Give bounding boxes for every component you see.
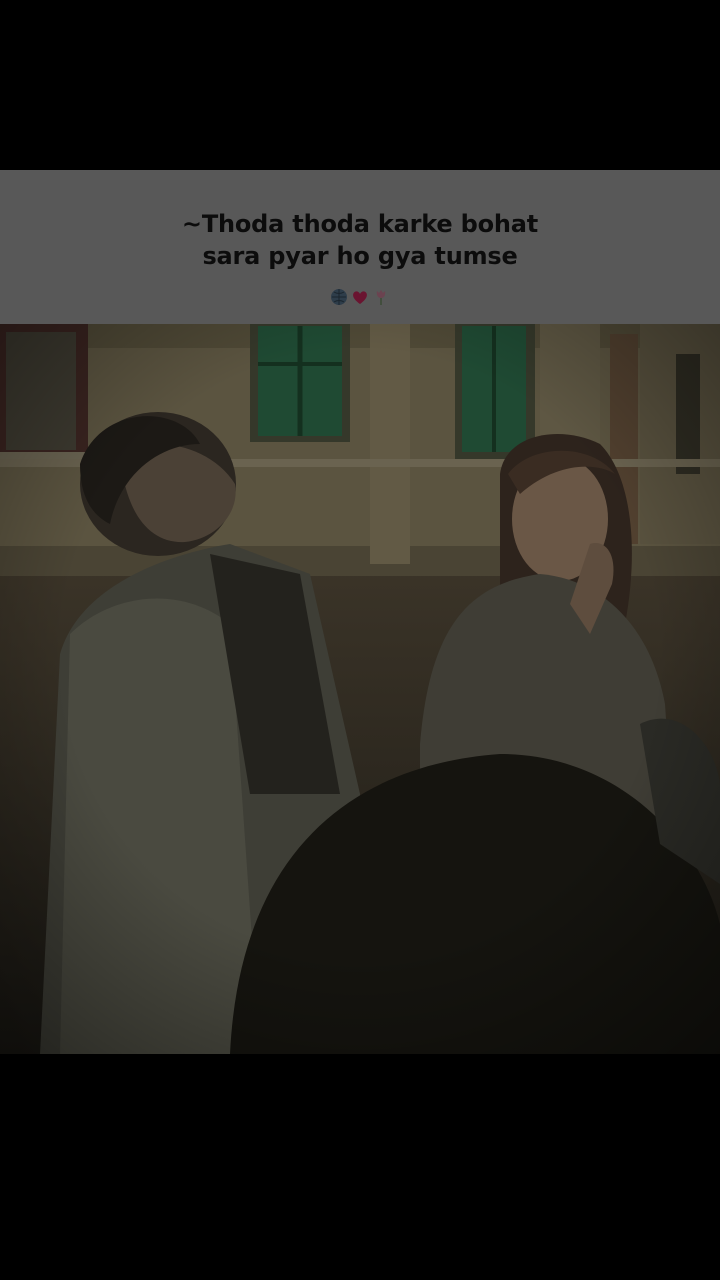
video-frame (0, 324, 720, 1054)
caption-line-1: ~Thoda thoda karke bohat (181, 210, 539, 238)
tulip-icon (372, 288, 390, 306)
caption-line-2: sara pyar ho gya tumse (202, 242, 518, 270)
caption-panel: ~Thoda thoda karke bohat sara pyar ho gy… (0, 170, 720, 324)
heart-icon (351, 288, 369, 306)
globe-icon (330, 288, 348, 306)
video-screen[interactable]: ~Thoda thoda karke bohat sara pyar ho gy… (0, 0, 720, 1280)
emoji-row (0, 288, 720, 306)
